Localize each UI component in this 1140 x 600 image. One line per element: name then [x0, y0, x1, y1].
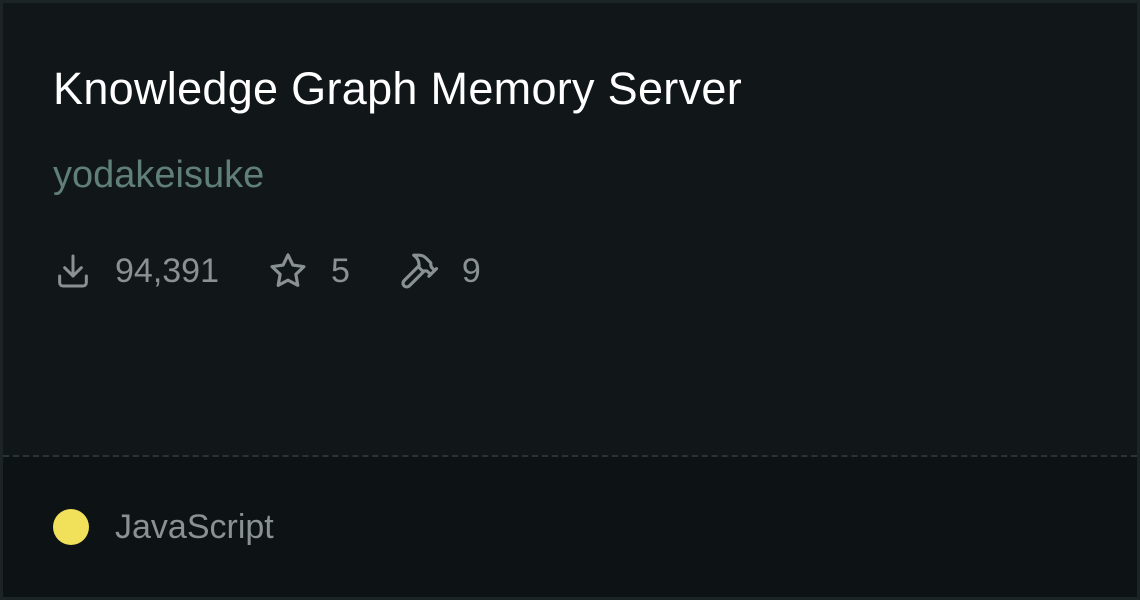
card-footer: JavaScript [3, 457, 1137, 597]
stars-stat: 5 [267, 250, 350, 292]
language-label: JavaScript [115, 508, 274, 546]
server-card[interactable]: Knowledge Graph Memory Server yodakeisuk… [0, 0, 1140, 600]
hammer-icon [398, 250, 440, 292]
author-link[interactable]: yodakeisuke [53, 151, 264, 199]
stars-count: 5 [331, 252, 350, 290]
downloads-count: 94,391 [115, 252, 219, 290]
language-color-dot [53, 509, 89, 545]
language-indicator: JavaScript [53, 507, 274, 547]
server-title[interactable]: Knowledge Graph Memory Server [53, 61, 742, 117]
downloads-stat: 94,391 [53, 251, 219, 291]
card-header: Knowledge Graph Memory Server yodakeisuk… [3, 3, 1137, 455]
tools-count: 9 [461, 252, 481, 290]
download-icon [53, 251, 93, 291]
star-icon [267, 250, 309, 292]
tools-stat: 9 [398, 250, 481, 292]
stats-row: 94,391 5 9 [53, 247, 529, 295]
